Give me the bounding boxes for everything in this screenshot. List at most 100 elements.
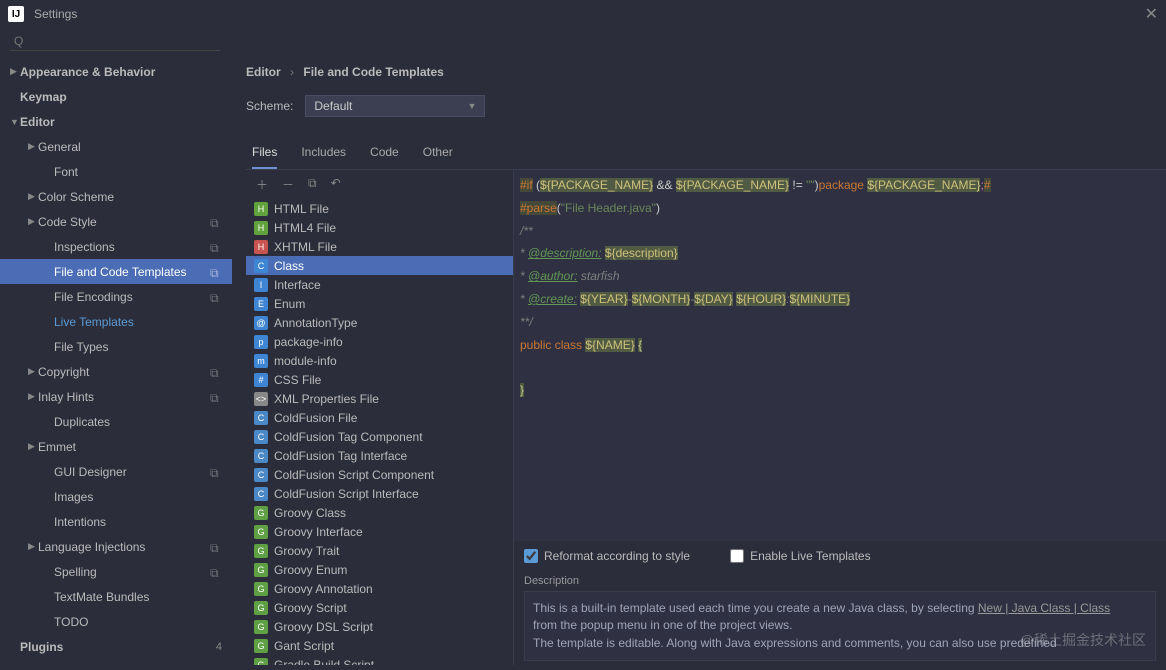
template-item[interactable]: HHTML4 File	[246, 218, 513, 237]
template-label: Groovy Trait	[274, 544, 339, 558]
search-row	[0, 28, 1166, 55]
sidebar-item-file-types[interactable]: File Types	[0, 334, 232, 359]
template-item[interactable]: GGroovy Trait	[246, 541, 513, 560]
template-item[interactable]: G Groovy DSL Script	[246, 617, 513, 636]
template-item[interactable]: GGroovy Script	[246, 598, 513, 617]
sidebar-item-inspections[interactable]: Inspections⧉	[0, 234, 232, 259]
copy-icon[interactable]: ⧉	[308, 176, 317, 193]
sidebar-item-todo[interactable]: TODO	[0, 609, 232, 634]
file-type-icon: C	[254, 259, 268, 273]
template-item[interactable]: CColdFusion File	[246, 408, 513, 427]
scheme-select[interactable]: Default ▼	[305, 95, 485, 117]
remove-icon[interactable]: －	[282, 176, 294, 193]
tab-files[interactable]: Files	[252, 137, 277, 169]
template-item[interactable]: HXHTML File	[246, 237, 513, 256]
scheme-copy-icon: ⧉	[210, 566, 222, 578]
template-items: HHTML FileHHTML4 FileHXHTML FileCClass II…	[246, 199, 513, 665]
template-label: Groovy DSL Script	[274, 620, 373, 634]
badge: 4	[216, 641, 222, 653]
close-icon[interactable]: ✕	[1145, 4, 1158, 24]
template-item[interactable]: HHTML File	[246, 199, 513, 218]
sidebar-item-label: Code Style	[38, 215, 210, 229]
sidebar-item-textmate-bundles[interactable]: TextMate Bundles	[0, 584, 232, 609]
scheme-copy-icon: ⧉	[210, 216, 222, 228]
file-type-icon: C	[254, 468, 268, 482]
template-label: module-info	[274, 354, 337, 368]
sidebar-item-color-scheme[interactable]: ▶Color Scheme	[0, 184, 232, 209]
template-label: package-info	[274, 335, 343, 349]
sidebar-item-file-encodings[interactable]: File Encodings⧉	[0, 284, 232, 309]
template-list: ＋ － ⧉ ↶ HHTML FileHHTML4 FileHXHTML File…	[246, 170, 514, 665]
sidebar-item-plugins[interactable]: Plugins4	[0, 634, 232, 659]
file-type-icon: H	[254, 221, 268, 235]
sidebar-item-editor[interactable]: ▼Editor	[0, 109, 232, 134]
enable-live-checkbox[interactable]: Enable Live Templates	[730, 549, 871, 563]
sidebar-item-label: Font	[54, 165, 232, 179]
sidebar-item-intentions[interactable]: Intentions	[0, 509, 232, 534]
sidebar-item-duplicates[interactable]: Duplicates	[0, 409, 232, 434]
template-label: Gant Script	[274, 639, 334, 653]
undo-icon[interactable]: ↶	[331, 176, 341, 193]
file-type-icon: G	[254, 563, 268, 577]
sidebar-item-general[interactable]: ▶General	[0, 134, 232, 159]
breadcrumb-editor[interactable]: Editor	[246, 65, 281, 79]
template-item[interactable]: #CSS File	[246, 370, 513, 389]
sidebar-item-label: TextMate Bundles	[54, 590, 232, 604]
template-label: Interface	[274, 278, 321, 292]
template-item[interactable]: GGant Script	[246, 636, 513, 655]
template-item[interactable]: GGroovy Enum	[246, 560, 513, 579]
template-item[interactable]: CColdFusion Script Interface	[246, 484, 513, 503]
sidebar-item-emmet[interactable]: ▶Emmet	[0, 434, 232, 459]
template-item[interactable]: CColdFusion Tag Component	[246, 427, 513, 446]
file-type-icon: G	[254, 620, 268, 634]
sidebar-item-code-style[interactable]: ▶Code Style⧉	[0, 209, 232, 234]
template-item[interactable]: m module-info	[246, 351, 513, 370]
sidebar-item-language-injections[interactable]: ▶Language Injections⧉	[0, 534, 232, 559]
code-area[interactable]: #if (${PACKAGE_NAME} && ${PACKAGE_NAME} …	[514, 170, 1166, 541]
sidebar-item-font[interactable]: Font	[0, 159, 232, 184]
file-type-icon: G	[254, 525, 268, 539]
template-item[interactable]: <>XML Properties File	[246, 389, 513, 408]
content: Editor › File and Code Templates Scheme:…	[232, 55, 1166, 665]
template-item[interactable]: GGroovy Annotation	[246, 579, 513, 598]
file-type-icon: @	[254, 316, 268, 330]
template-item[interactable]: GGradle Build Script	[246, 655, 513, 665]
template-label: ColdFusion Tag Component	[274, 430, 423, 444]
tab-other[interactable]: Other	[423, 137, 453, 169]
template-item[interactable]: EEnum	[246, 294, 513, 313]
template-item[interactable]: CColdFusion Tag Interface	[246, 446, 513, 465]
template-label: AnnotationType	[274, 316, 357, 330]
template-item[interactable]: CClass	[246, 256, 513, 275]
sidebar-item-gui-designer[interactable]: GUI Designer⧉	[0, 459, 232, 484]
file-type-icon: C	[254, 487, 268, 501]
sidebar-item-file-and-code-templates[interactable]: File and Code Templates⧉	[0, 259, 232, 284]
sidebar-item-images[interactable]: Images	[0, 484, 232, 509]
sidebar-item-copyright[interactable]: ▶Copyright⧉	[0, 359, 232, 384]
template-item[interactable]: GGroovy Interface	[246, 522, 513, 541]
template-item[interactable]: ppackage-info	[246, 332, 513, 351]
template-item[interactable]: I Interface	[246, 275, 513, 294]
sidebar: ▶Appearance & BehaviorKeymap▼Editor▶Gene…	[0, 55, 232, 665]
sidebar-item-inlay-hints[interactable]: ▶Inlay Hints⧉	[0, 384, 232, 409]
file-type-icon: m	[254, 354, 268, 368]
sidebar-item-spelling[interactable]: Spelling⧉	[0, 559, 232, 584]
template-item[interactable]: GGroovy Class	[246, 503, 513, 522]
sidebar-item-appearance-behavior[interactable]: ▶Appearance & Behavior	[0, 59, 232, 84]
sidebar-item-live-templates[interactable]: Live Templates	[0, 309, 232, 334]
template-label: Groovy Class	[274, 506, 346, 520]
reformat-checkbox[interactable]: Reformat according to style	[524, 549, 690, 563]
sidebar-item-label: Images	[54, 490, 232, 504]
tab-code[interactable]: Code	[370, 137, 399, 169]
template-item[interactable]: CColdFusion Script Component	[246, 465, 513, 484]
sidebar-item-label: File and Code Templates	[54, 265, 210, 279]
file-type-icon: I	[254, 278, 268, 292]
add-icon[interactable]: ＋	[256, 176, 268, 193]
sidebar-item-label: Spelling	[54, 565, 210, 579]
sidebar-item-keymap[interactable]: Keymap	[0, 84, 232, 109]
tab-includes[interactable]: Includes	[301, 137, 346, 169]
search-input[interactable]	[10, 32, 220, 51]
template-item[interactable]: @ AnnotationType	[246, 313, 513, 332]
tabs: Files Includes Code Other	[246, 137, 1166, 170]
scheme-copy-icon: ⧉	[210, 466, 222, 478]
scheme-label: Scheme:	[246, 99, 293, 113]
